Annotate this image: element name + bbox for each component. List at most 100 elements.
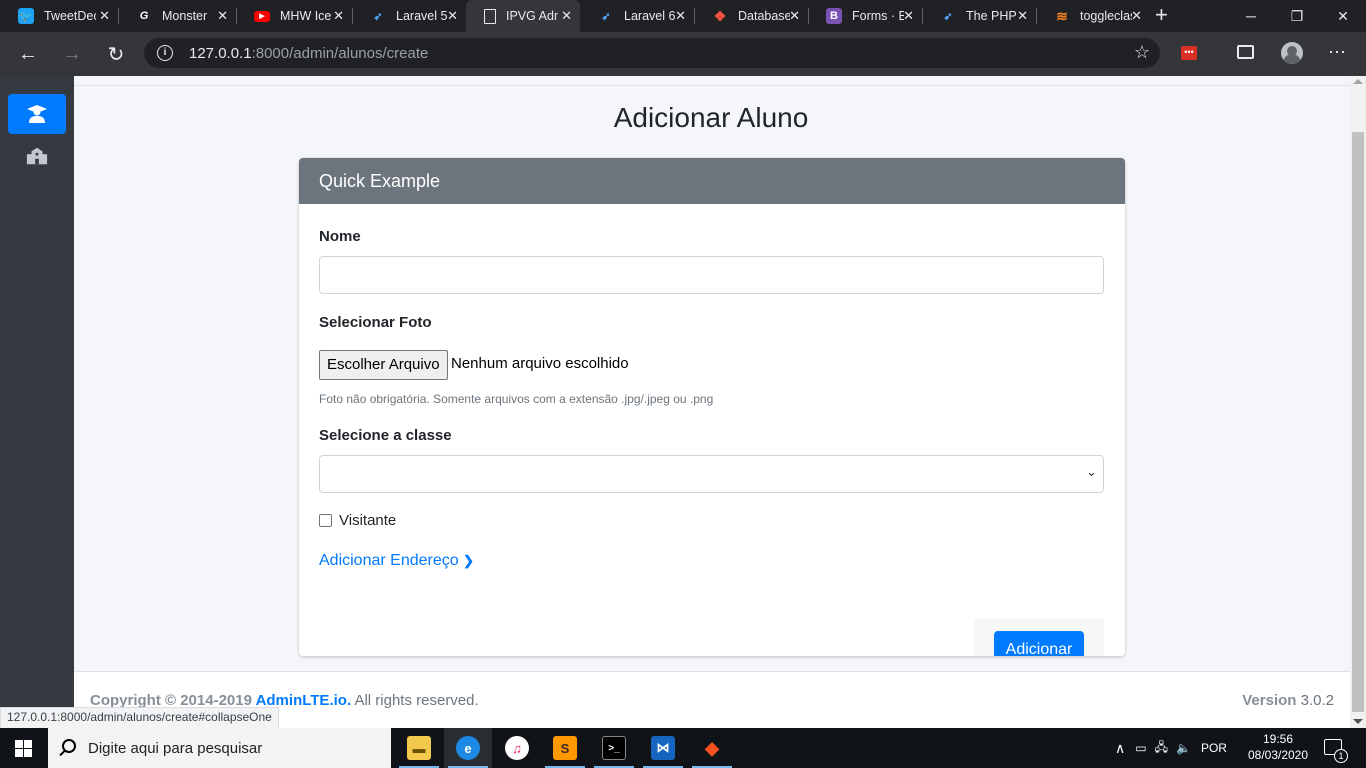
rights-text: All rights reserved. — [351, 692, 479, 709]
chevron-down-icon: ⌄ — [1086, 464, 1097, 479]
visitante-checkbox[interactable] — [319, 514, 332, 527]
foto-help-text: Foto não obrigatória. Somente arquivos c… — [319, 392, 714, 406]
close-tab-icon[interactable]: ✕ — [1131, 8, 1142, 24]
tab-forms-bootstrap[interactable]: B Forms · B ✕ — [808, 0, 922, 32]
adicionar-button[interactable]: Adicionar — [994, 631, 1084, 656]
choose-file-button[interactable]: Escolher Arquivo — [319, 350, 448, 380]
close-tab-icon[interactable]: ✕ — [333, 8, 344, 24]
volume-icon[interactable]: 🔈 — [1176, 741, 1191, 755]
card-title: Quick Example — [299, 158, 1125, 204]
search-placeholder: Digite aqui para pesquisar — [88, 740, 263, 757]
tab-title: MHW Ice — [280, 9, 332, 23]
sublime-text-icon[interactable]: S — [541, 728, 589, 768]
close-tab-icon[interactable]: ✕ — [903, 8, 914, 24]
sidebar-item-escola[interactable] — [8, 136, 66, 176]
extension-icon[interactable]: ••• — [1181, 46, 1197, 60]
cast-icon[interactable] — [1237, 45, 1254, 59]
tab-laravel-5[interactable]: ➶ Laravel 5 ✕ — [352, 0, 466, 32]
close-tab-icon[interactable]: ✕ — [675, 8, 686, 24]
back-icon[interactable]: ← — [16, 42, 40, 66]
tab-the-php[interactable]: ➶ The PHP ✕ — [922, 0, 1036, 32]
tab-tweetdeck[interactable]: 🐦 TweetDeck ✕ — [0, 0, 118, 32]
system-clock[interactable]: 19:56 08/03/2020 — [1245, 731, 1311, 763]
laracasts-icon: ➶ — [601, 10, 611, 23]
taskbar: Digite aqui para pesquisar ▬ e ♫ S >_ ⋈ … — [0, 728, 1366, 768]
page-icon — [484, 8, 496, 24]
twitter-icon: 🐦 — [18, 8, 34, 24]
tab-mhw[interactable]: ▶ MHW Ice ✕ — [236, 0, 352, 32]
chevron-right-icon: ❯ — [463, 553, 474, 568]
restore-icon[interactable]: ❐ — [1274, 0, 1320, 32]
page-title: Adicionar Aluno — [613, 102, 809, 133]
clock-date: 08/03/2020 — [1247, 748, 1309, 762]
battery-icon[interactable]: ▭ — [1135, 741, 1146, 755]
address-bar[interactable]: i 127.0.0.1:8000/admin/alunos/create ☆ — [144, 38, 1160, 68]
terminal-icon[interactable]: >_ — [590, 728, 638, 768]
edge-icon[interactable]: e — [444, 728, 492, 768]
bookmark-star-icon[interactable]: ☆ — [1134, 42, 1150, 63]
file-explorer-icon[interactable]: ▬ — [395, 728, 443, 768]
adicionar-endereco-link[interactable]: Adicionar Endereço ❯ — [319, 552, 474, 570]
new-tab-icon[interactable]: + — [1155, 4, 1168, 26]
windows-start-icon[interactable] — [15, 740, 32, 757]
browser-tab-bar: 🐦 TweetDeck ✕ G Monster ✕ ▶ MHW Ice ✕ ➶ … — [0, 0, 1366, 32]
tab-title: The PHP — [966, 9, 1017, 23]
close-tab-icon[interactable]: ✕ — [789, 8, 800, 24]
nome-input[interactable] — [319, 256, 1104, 294]
visitante-label[interactable]: Visitante — [339, 512, 396, 529]
tab-monster[interactable]: G Monster ✕ — [118, 0, 236, 32]
page-scrollbar[interactable] — [1350, 76, 1366, 728]
scroll-up-icon[interactable] — [1353, 79, 1363, 84]
form-card: Quick Example Nome Selecionar Foto Escol… — [299, 158, 1125, 656]
laracasts-icon: ➶ — [943, 10, 953, 23]
bootstrap-icon: B — [826, 8, 842, 24]
classe-select[interactable]: ⌄ — [319, 455, 1104, 493]
show-hidden-icons-icon[interactable]: ∧ — [1115, 740, 1125, 757]
sidebar-item-alunos[interactable] — [8, 94, 66, 134]
browser-menu-icon[interactable]: ⋯ — [1328, 42, 1347, 63]
tab-title: Database — [738, 9, 790, 23]
version-label: Version — [1242, 692, 1297, 709]
link-label: Adicionar Endereço — [319, 552, 459, 569]
input-language[interactable]: POR — [1201, 741, 1227, 755]
vscode-icon[interactable]: ⋈ — [639, 728, 687, 768]
tab-laravel-6[interactable]: ➶ Laravel 6 ✕ — [580, 0, 694, 32]
address-url[interactable]: 127.0.0.1:8000/admin/alunos/create — [189, 45, 428, 62]
profile-avatar[interactable] — [1281, 42, 1303, 64]
stackoverflow-icon: ≋ — [1056, 7, 1068, 24]
close-tab-icon[interactable]: ✕ — [99, 8, 110, 24]
close-tab-icon[interactable]: ✕ — [561, 8, 572, 24]
itunes-icon[interactable]: ♫ — [493, 728, 541, 768]
close-tab-icon[interactable]: ✕ — [1017, 8, 1028, 24]
close-tab-icon[interactable]: ✕ — [447, 8, 458, 24]
tab-database[interactable]: ❖ Database ✕ — [694, 0, 808, 32]
scroll-thumb[interactable] — [1352, 132, 1364, 712]
gamepedia-icon: G — [136, 8, 152, 24]
info-icon[interactable]: i — [157, 45, 173, 61]
status-bar-url: 127.0.0.1:8000/admin/alunos/create#colla… — [0, 707, 279, 728]
tab-title: Laravel 6 — [624, 9, 676, 23]
graduate-icon — [27, 105, 47, 123]
tab-title: Forms · B — [852, 9, 904, 23]
file-status: Nenhum arquivo escolhido — [451, 355, 629, 372]
reload-icon[interactable]: ↻ — [104, 42, 128, 66]
tab-toggleclass[interactable]: ≋ toggleclas ✕ — [1036, 0, 1150, 32]
tab-title: toggleclas — [1080, 9, 1132, 23]
network-icon[interactable]: 🖧 — [1155, 738, 1168, 759]
minimize-icon[interactable]: ─ — [1228, 0, 1274, 32]
page-viewport: Adicionar Aluno Quick Example Nome Selec… — [0, 76, 1366, 728]
forward-icon[interactable]: → — [60, 42, 84, 66]
tab-ipvg-admin[interactable]: IPVG Adm ✕ — [466, 0, 580, 32]
sidebar — [0, 76, 74, 728]
tray-icons: ∧ ▭ 🖧 🔈 POR — [1115, 728, 1227, 768]
git-icon[interactable]: ◆ — [688, 728, 736, 768]
nome-label: Nome — [319, 228, 361, 245]
youtube-icon: ▶ — [254, 10, 270, 22]
close-window-icon[interactable]: ✕ — [1320, 0, 1366, 32]
laravel-icon: ❖ — [713, 7, 727, 24]
scroll-down-icon[interactable] — [1353, 719, 1363, 724]
search-icon — [62, 739, 76, 753]
laracasts-icon: ➶ — [373, 10, 383, 23]
close-tab-icon[interactable]: ✕ — [217, 8, 228, 24]
taskbar-search[interactable]: Digite aqui para pesquisar — [48, 728, 391, 768]
